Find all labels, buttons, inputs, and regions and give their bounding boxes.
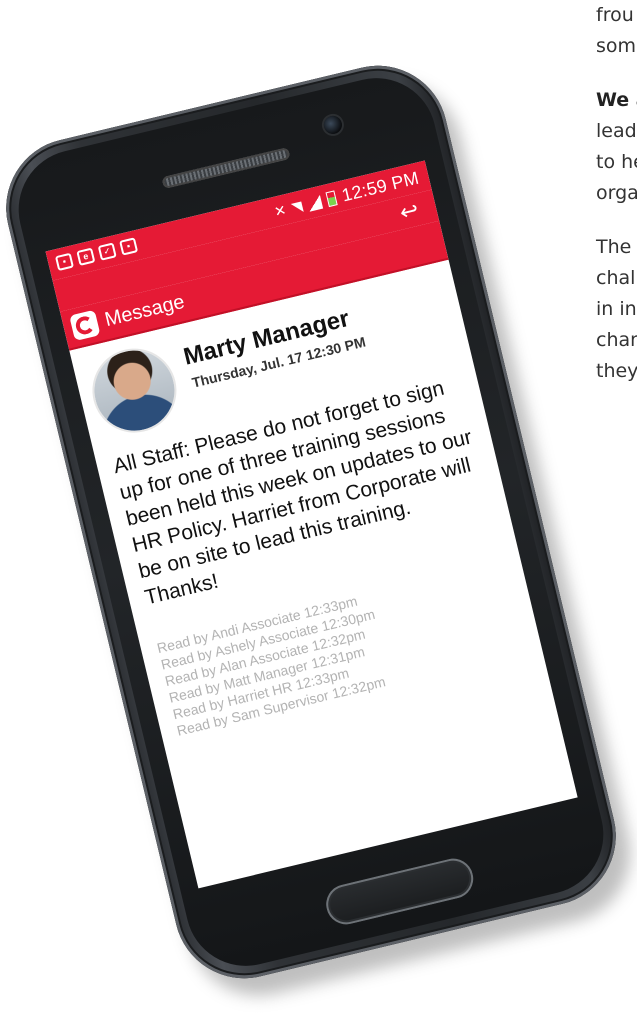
app-logo-icon	[69, 309, 101, 342]
page: frou some We a leade to he orga The t ch…	[0, 0, 637, 1019]
phone-mockup: ▪ e ✓ ▪ ✕ ◥ 12:59 PM ↩ Message Marty Man…	[0, 51, 637, 1010]
article-line: some	[596, 35, 637, 57]
battery-icon	[325, 190, 339, 208]
article-line: they	[596, 360, 637, 382]
article-line: frou	[596, 4, 634, 26]
article-line: leade	[596, 120, 637, 142]
article-line: in int	[596, 298, 637, 320]
bag-icon: ▪	[119, 237, 139, 256]
article-line: chan	[596, 329, 637, 351]
phone-body: ▪ e ✓ ▪ ✕ ◥ 12:59 PM ↩ Message Marty Man…	[0, 51, 631, 993]
avatar[interactable]	[86, 342, 183, 439]
mute-icon: ✕	[272, 201, 288, 220]
article-line-bold: We a	[596, 89, 637, 111]
reply-arrow-icon[interactable]: ↩	[394, 197, 425, 226]
article-line: to he	[596, 151, 637, 173]
wifi-icon: ◥	[289, 197, 305, 216]
article-line: The t	[596, 236, 637, 258]
picture-icon: ▪	[54, 252, 74, 272]
article-line: orga	[596, 182, 637, 204]
bag-icon: ✓	[97, 242, 117, 261]
phone-screen: ▪ e ✓ ▪ ✕ ◥ 12:59 PM ↩ Message Marty Man…	[45, 160, 578, 889]
e-icon: e	[76, 247, 96, 266]
article-line: chall	[596, 267, 637, 289]
background-article-text: frou some We a leade to he orga The t ch…	[596, 0, 637, 387]
signal-icon	[306, 194, 324, 212]
